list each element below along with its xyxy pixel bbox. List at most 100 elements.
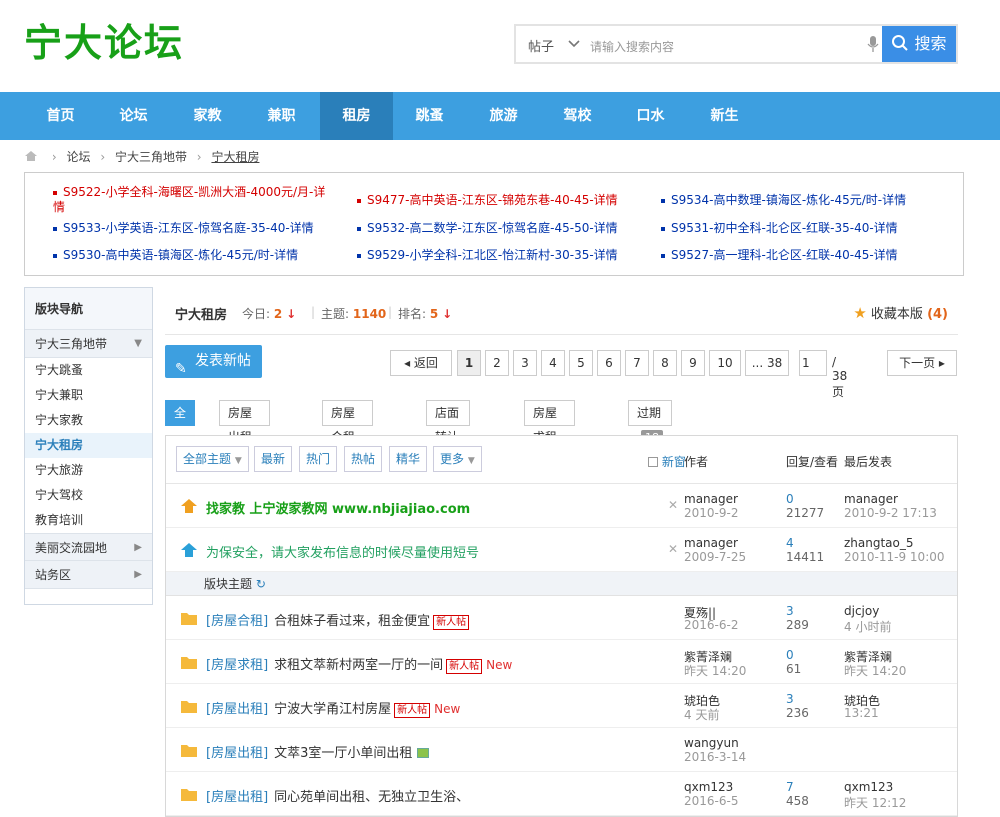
favorite-forum-button[interactable]: ★ 收藏本版 (4) <box>853 303 948 322</box>
back-button[interactable]: ◂ 返回 <box>390 350 452 376</box>
thread-views: 61 <box>786 662 802 676</box>
thread-author[interactable]: qxm123 <box>684 780 733 794</box>
thread-title[interactable]: 找家教 上宁波家教网 www.nbjiajiao.com <box>206 498 470 517</box>
notice-item[interactable]: S9522-小学全科-海曙区-凯洲大酒-4000元/月-详情 <box>53 185 353 215</box>
sidebar-item-tutor[interactable]: 宁大家教 <box>25 408 152 433</box>
notice-item[interactable]: S9532-高二数学-江东区-惊驾名庭-45-50-详情 <box>357 221 618 236</box>
sidebar-item-training[interactable]: 教育培训 <box>25 508 152 533</box>
notice-item[interactable]: S9477-高中英语-江东区-锦苑东巷-40-45-详情 <box>357 193 618 208</box>
nav-flea[interactable]: 跳蚤 <box>393 92 466 140</box>
page-3[interactable]: 3 <box>513 350 537 376</box>
search-input[interactable]: 请输入搜索内容 <box>590 38 674 55</box>
notice-item[interactable]: S9530-高中英语-镇海区-炼化-45元/时-详情 <box>53 248 298 263</box>
thread-author[interactable]: manager <box>684 492 738 506</box>
toolbar-more[interactable]: 更多 ▼ <box>433 446 482 472</box>
site-logo[interactable]: 宁大论坛 <box>24 12 184 67</box>
pinned-up-icon <box>180 542 198 558</box>
last-post-time[interactable]: 4 小时前 <box>844 618 891 635</box>
breadcrumb-current[interactable]: 宁大租房 <box>211 150 259 164</box>
notice-item[interactable]: S9531-初中全科-北仑区-红联-35-40-详情 <box>661 221 898 236</box>
last-poster[interactable]: manager <box>844 492 898 506</box>
last-poster[interactable]: djcjoy <box>844 604 879 618</box>
sidebar-group-campus[interactable]: 宁大三角地带 ▼ <box>25 330 152 358</box>
thread-row: [房屋求租] 求租文萃新村两室一厅的一间 新人帖 New 紫菁泽斓 昨天 14:20 … <box>166 640 957 684</box>
breadcrumb-area[interactable]: 宁大三角地带 <box>115 150 187 164</box>
page-8[interactable]: 8 <box>653 350 677 376</box>
sidebar-item-travel[interactable]: 宁大旅游 <box>25 458 152 483</box>
page-last[interactable]: ... 38 <box>745 350 789 376</box>
last-post-time[interactable]: 2010-9-2 17:13 <box>844 506 937 520</box>
sidebar-item-rent[interactable]: 宁大租房 <box>25 433 152 458</box>
search-type-select[interactable]: 帖子 <box>528 36 554 55</box>
nav-forum[interactable]: 论坛 <box>97 92 170 140</box>
close-icon[interactable]: ✕ <box>668 542 678 556</box>
thread-title[interactable]: [房屋合租] 合租妹子看过来，租金便宜 新人帖 <box>206 610 470 630</box>
thread-list: 全部主题 ▼ 最新 热门 热帖 精华 更多 ▼ 新窗 作者 回复/查看 最后发表… <box>165 435 958 817</box>
nav-freshman[interactable]: 新生 <box>688 92 761 140</box>
sidebar-item-parttime[interactable]: 宁大兼职 <box>25 383 152 408</box>
next-page-button[interactable]: 下一页 ▸ <box>887 350 957 376</box>
page-input[interactable]: 1 <box>799 350 827 376</box>
home-icon[interactable] <box>24 150 42 164</box>
thread-title[interactable]: [房屋出租] 同心苑单间出租、无独立卫生浴、 <box>206 786 469 805</box>
toolbar-hot[interactable]: 热门 <box>299 446 338 472</box>
search-button[interactable]: 搜索 <box>882 26 956 62</box>
new-post-button[interactable]: ✎ 发表新帖 <box>165 345 262 378</box>
page-5[interactable]: 5 <box>569 350 593 376</box>
thread-title[interactable]: 为保安全，请大家发布信息的时候尽量使用短号 <box>206 542 479 561</box>
last-post-time[interactable]: 2010-11-9 10:00 <box>844 550 945 564</box>
close-icon[interactable]: ✕ <box>668 498 678 512</box>
filter-rent-out[interactable]: 房屋出租732 <box>219 400 270 470</box>
notice-item[interactable]: S9534-高中数理-镇海区-炼化-45元/时-详情 <box>661 193 906 208</box>
chevron-down-icon[interactable] <box>568 34 580 57</box>
filter-seek-rent[interactable]: 房屋求租214 <box>524 400 575 470</box>
thread-title[interactable]: [房屋求租] 求租文萃新村两室一厅的一间 新人帖 New <box>206 654 512 674</box>
sticky-thread: 为保安全，请大家发布信息的时候尽量使用短号 ✕ manager 2009-7-2… <box>166 528 957 572</box>
thread-title[interactable]: [房屋出租] 宁波大学甬江村房屋 新人帖 New <box>206 698 460 718</box>
last-poster[interactable]: zhangtao_5 <box>844 536 914 550</box>
last-post-time[interactable]: 昨天 12:12 <box>844 794 906 811</box>
page-1[interactable]: 1 <box>457 350 481 376</box>
last-post-time[interactable]: 13:21 <box>844 706 879 720</box>
thread-replies: 3 <box>786 692 794 706</box>
nav-tutor[interactable]: 家教 <box>171 92 244 140</box>
sidebar-title: 版块导航 <box>25 288 152 330</box>
filter-all[interactable]: 全部 <box>165 400 196 444</box>
sidebar-item-flea[interactable]: 宁大跳蚤 <box>25 358 152 383</box>
thread-author[interactable]: manager <box>684 536 738 550</box>
forum-sidebar: 版块导航 宁大三角地带 ▼ 宁大跳蚤 宁大兼职 宁大家教 宁大租房 宁大旅游 宁大… <box>24 287 153 605</box>
microphone-icon[interactable] <box>866 34 880 54</box>
toolbar-latest[interactable]: 最新 <box>254 446 293 472</box>
star-icon: ★ <box>853 304 867 322</box>
thread-author[interactable]: wangyun <box>684 736 739 750</box>
sidebar-group-exchange[interactable]: 美丽交流园地 ▶ <box>25 533 152 561</box>
notice-item[interactable]: S9533-小学英语-江东区-惊驾名庭-35-40-详情 <box>53 221 314 236</box>
page-4[interactable]: 4 <box>541 350 565 376</box>
new-window-checkbox[interactable]: 新窗 <box>648 453 686 470</box>
breadcrumb-forum[interactable]: 论坛 <box>66 150 90 164</box>
nav-chat[interactable]: 口水 <box>614 92 687 140</box>
nav-driving[interactable]: 驾校 <box>541 92 614 140</box>
nav-parttime[interactable]: 兼职 <box>245 92 318 140</box>
toolbar-hot-thread[interactable]: 热帖 <box>344 446 383 472</box>
filter-expired[interactable]: 过期18 <box>628 400 672 446</box>
filter-shared[interactable]: 房屋合租106 <box>322 400 373 470</box>
page-7[interactable]: 7 <box>625 350 649 376</box>
toolbar-all-topics[interactable]: 全部主题 ▼ <box>176 446 249 472</box>
nav-rent[interactable]: 租房 <box>320 92 393 140</box>
last-poster[interactable]: qxm123 <box>844 780 893 794</box>
sidebar-item-driving[interactable]: 宁大驾校 <box>25 483 152 508</box>
page-9[interactable]: 9 <box>681 350 705 376</box>
sidebar-group-admin[interactable]: 站务区 ▶ <box>25 561 152 589</box>
page-10[interactable]: 10 <box>709 350 741 376</box>
nav-home[interactable]: 首页 <box>24 92 97 140</box>
notice-item[interactable]: S9529-小学全科-江北区-怡江新村-30-35-详情 <box>357 248 618 263</box>
notice-item[interactable]: S9527-高一理科-北仑区-红联-40-45-详情 <box>661 248 898 263</box>
nav-travel[interactable]: 旅游 <box>467 92 540 140</box>
last-post-time[interactable]: 昨天 14:20 <box>844 662 906 679</box>
toolbar-digest[interactable]: 精华 <box>389 446 428 472</box>
filter-shop-transfer[interactable]: 店面转让69 <box>426 400 470 470</box>
thread-title[interactable]: [房屋出租] 文萃3室一厅小单间出租 <box>206 742 429 761</box>
page-6[interactable]: 6 <box>597 350 621 376</box>
page-2[interactable]: 2 <box>485 350 509 376</box>
